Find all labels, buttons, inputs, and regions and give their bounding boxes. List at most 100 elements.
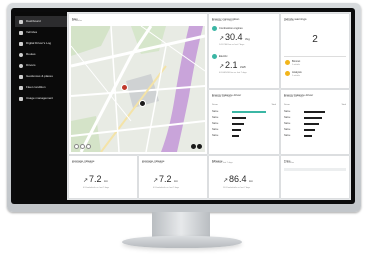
sidebar-item-drivers-log[interactable]: Digital Driver's Log	[15, 38, 67, 49]
sidebar-item-label: Geofences & places	[26, 74, 53, 78]
wrench-icon	[19, 85, 23, 90]
driver-bar	[304, 128, 315, 131]
driver-name: Name	[212, 134, 219, 137]
warning-sub: 1 vehicle	[292, 63, 300, 66]
trips-card[interactable]: Trips All vehicles	[281, 156, 349, 198]
chart-icon	[19, 96, 23, 101]
average-mileage-value: ↗7.2 km	[153, 174, 179, 184]
vehicle-marker-icon[interactable]	[139, 100, 146, 107]
table-row[interactable]: Name	[212, 133, 276, 139]
mileage-value: ↗86.4 km	[223, 174, 254, 184]
average-mileage-note: 0.9 km/vehicle vs. last 7 days	[83, 187, 110, 189]
monitor-stand-neck	[152, 212, 210, 238]
driver-bar	[232, 134, 239, 137]
driver-bar-table: Driver Total Name Name Name Name Name	[212, 104, 276, 139]
user-icon	[19, 63, 23, 68]
electric-value: ↗2.1 kWh	[219, 60, 247, 70]
layers-icon[interactable]	[191, 144, 196, 149]
driver-bar	[232, 110, 266, 113]
car-icon	[19, 30, 23, 35]
warning-sub: 1 vehicle	[292, 74, 300, 77]
driver-name: Name	[212, 122, 219, 125]
driver-name: Name	[284, 110, 291, 113]
locate-icon[interactable]	[197, 144, 202, 149]
electric-label: Electric	[219, 55, 228, 58]
sidebar-item-label: Usage management	[26, 96, 54, 100]
electric-note: 0.8 kWh/100 km vs. last 7 days	[219, 72, 247, 74]
zoom-out-icon[interactable]	[80, 144, 85, 149]
card-subtitle: All vehicles, last 7 days	[142, 162, 163, 164]
driver-bar-table: Driver Total Name Name Name Name Name	[284, 104, 346, 139]
average-mileage-note: 0.9 km/vehicle vs. last 7 days	[153, 187, 180, 189]
sidebar-item-routes[interactable]: Routes	[15, 49, 67, 60]
driver-name: Name	[284, 134, 291, 137]
mileage-note: 10.5 km/vehicle vs. last 7 days	[223, 187, 251, 189]
route-icon	[19, 52, 23, 57]
sidebar-item-label: Digital Driver's Log	[26, 41, 52, 45]
card-subtitle: All drivers, last 7 days	[284, 96, 304, 98]
combustion-icon	[212, 26, 217, 31]
combustion-note: 1.05 l/100 km vs. last 7 days	[219, 44, 245, 46]
grid-icon	[19, 19, 23, 24]
sidebar-item-label: Drivers	[26, 63, 36, 67]
card-subtitle: All vehicles, last 7 days	[212, 20, 233, 22]
vehicle-warnings-card[interactable]: Vehicle warnings All vehicles 2 Bonnet 1…	[281, 14, 349, 88]
driver-bar	[304, 122, 319, 125]
dashboard-main: Map All vehicles Energy consumption All …	[69, 14, 349, 198]
sidebar: Dashboard Vehicles Digital Driver's Log …	[15, 12, 67, 200]
fullscreen-icon[interactable]	[86, 144, 91, 149]
warnings-count: 2	[312, 34, 318, 45]
combustion-value: ↗30.4 l/kg	[219, 32, 250, 42]
zoom-in-icon[interactable]	[74, 144, 79, 149]
driver-name: Name	[212, 128, 219, 131]
sidebar-item-geofences[interactable]: Geofences & places	[15, 71, 67, 82]
driver-bar	[232, 122, 244, 125]
monitor-stand-base	[122, 236, 242, 248]
mileage-card[interactable]: Mileage All vehicles, last 7 days ↗86.4 …	[209, 156, 279, 198]
energy-balance-driver-card[interactable]: Energy balance driver All drivers, last …	[209, 90, 279, 154]
combustion-label: Combustion engines	[219, 27, 243, 30]
driver-bar	[304, 110, 325, 113]
sidebar-item-drivers[interactable]: Drivers	[15, 60, 67, 71]
card-subtitle: All vehicles	[72, 20, 83, 22]
trips-bar	[284, 168, 346, 171]
sidebar-item-vehicles[interactable]: Vehicles	[15, 27, 67, 38]
card-subtitle: All vehicles, last 7 days	[212, 162, 233, 164]
driver-name: Name	[212, 116, 219, 119]
sidebar-item-label: Dashboard	[26, 19, 41, 23]
driver-name: Name	[212, 110, 219, 113]
card-subtitle: All vehicles	[284, 162, 295, 164]
sidebar-item-fleet-condition[interactable]: Fleet condition	[15, 82, 67, 93]
table-row[interactable]: Name	[284, 133, 346, 139]
driver-bar	[232, 128, 241, 131]
card-subtitle: All vehicles, last 7 days	[72, 162, 93, 164]
sidebar-item-label: Fleet condition	[26, 85, 46, 89]
map-zoom-controls[interactable]	[74, 144, 91, 149]
warning-icon	[285, 60, 290, 65]
electric-icon	[212, 54, 217, 59]
map-layer-controls[interactable]	[191, 144, 202, 149]
screen: Dashboard Vehicles Digital Driver's Log …	[15, 12, 351, 200]
average-mileage-card[interactable]: Average mileage All vehicles, last 7 day…	[69, 156, 137, 198]
energy-consumption-card[interactable]: Energy consumption All vehicles, last 7 …	[209, 14, 279, 88]
sidebar-item-dashboard[interactable]: Dashboard	[15, 16, 67, 27]
map-view[interactable]	[71, 26, 205, 152]
driver-name: Name	[284, 116, 291, 119]
log-icon	[19, 41, 23, 46]
driver-bar	[304, 134, 312, 137]
driver-name: Name	[284, 128, 291, 131]
energy-balance-driver-card[interactable]: Energy balance driver All drivers, last …	[281, 90, 349, 154]
sidebar-item-usage-management[interactable]: Usage management	[15, 93, 67, 104]
card-subtitle: All drivers, last 7 days	[212, 96, 232, 98]
average-mileage-card[interactable]: Average mileage All vehicles, last 7 day…	[139, 156, 207, 198]
warning-icon	[285, 71, 290, 76]
sidebar-item-label: Vehicles	[26, 30, 38, 34]
sidebar-item-label: Routes	[26, 52, 36, 56]
card-subtitle: All vehicles	[284, 20, 295, 22]
map-card: Map All vehicles	[69, 14, 207, 154]
pin-icon	[19, 74, 23, 79]
driver-bar	[304, 116, 322, 119]
driver-name: Name	[284, 122, 291, 125]
average-mileage-value: ↗7.2 km	[83, 174, 109, 184]
map-pin-icon[interactable]	[121, 84, 128, 91]
